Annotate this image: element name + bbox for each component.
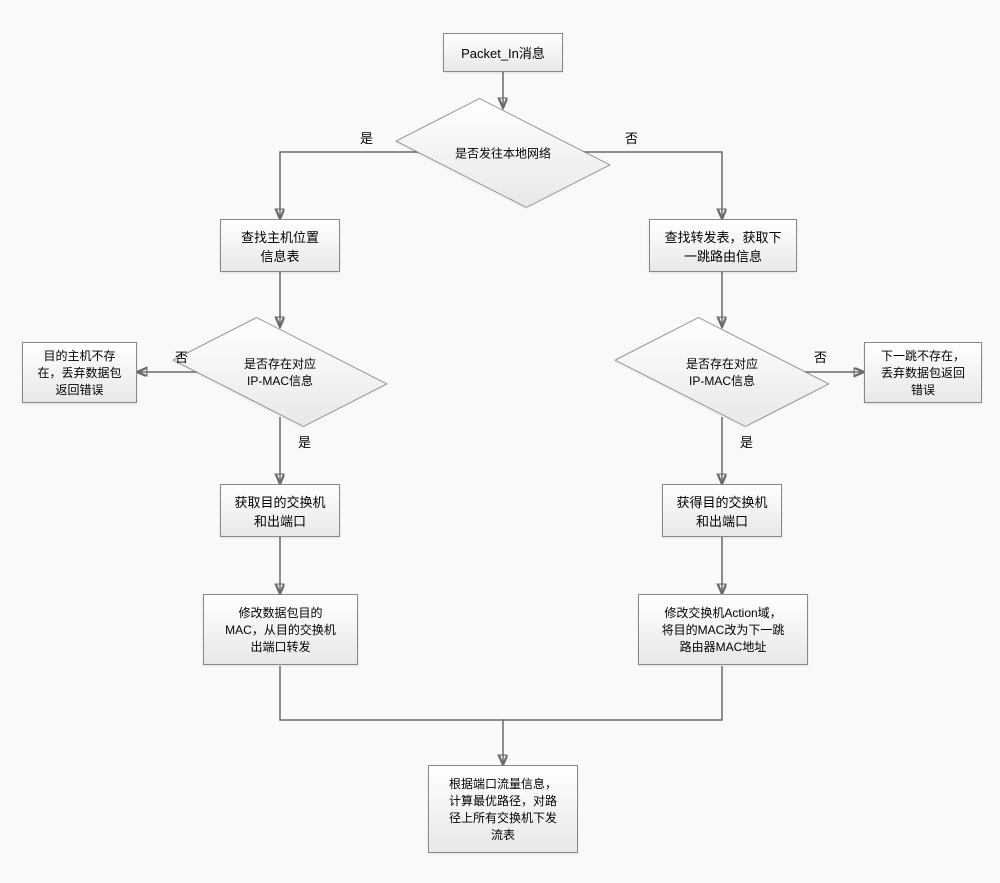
node-end-line3: 径上所有交换机下发 — [449, 809, 557, 826]
node-modify-packet-mac: 修改数据包目的 MAC，从目的交换机 出端口转发 — [203, 594, 358, 665]
node-r3-line1: 修改交换机Action域， — [664, 604, 781, 621]
node-error-host-not-exist: 目的主机不存 在，丢弃数据包 返回错误 — [22, 342, 137, 403]
node-e2-line3: 错误 — [911, 381, 935, 398]
node-get-dest-switch-right: 获得目的交换机 和出端口 — [662, 484, 782, 537]
node-l3-line2: MAC，从目的交换机 — [225, 621, 336, 638]
node-start-text: Packet_In消息 — [461, 43, 545, 62]
node-l3-line3: 出端口转发 — [250, 638, 310, 655]
decision-d3-text: 是否存在对应 IP-MAC信息 — [662, 355, 782, 389]
decision-ipmac-left: 是否存在对应 IP-MAC信息 — [210, 327, 350, 417]
decision-local-network: 是否发往本地网络 — [433, 108, 573, 198]
node-r3-line3: 路由器MAC地址 — [680, 638, 767, 655]
node-l1-line1: 查找主机位置 — [241, 227, 319, 246]
node-end-line4: 流表 — [491, 826, 515, 843]
label-d1-yes: 是 — [360, 128, 373, 147]
node-lookup-host-table: 查找主机位置 信息表 — [220, 219, 340, 272]
node-start: Packet_In消息 — [443, 33, 563, 72]
label-d2-yes: 是 — [298, 432, 311, 451]
node-modify-switch-action: 修改交换机Action域， 将目的MAC改为下一跳 路由器MAC地址 — [638, 594, 808, 665]
decision-local-network-text: 是否发往本地网络 — [443, 145, 563, 162]
node-end-line1: 根据端口流量信息， — [449, 775, 557, 792]
node-l2-line2: 和出端口 — [254, 511, 306, 530]
label-d2-no: 否 — [175, 347, 188, 366]
node-r1-line1: 查找转发表，获取下 — [664, 227, 781, 246]
node-end-line2: 计算最优路径，对路 — [449, 792, 557, 809]
node-get-dest-switch-left: 获取目的交换机 和出端口 — [220, 484, 340, 537]
node-e1-line1: 目的主机不存 — [43, 347, 115, 364]
node-error-nexthop-not-exist: 下一跳不存在， 丢弃数据包返回 错误 — [864, 342, 982, 403]
decision-ipmac-right: 是否存在对应 IP-MAC信息 — [652, 327, 792, 417]
node-r1-line2: 一跳路由信息 — [684, 246, 762, 265]
node-r3-line2: 将目的MAC改为下一跳 — [662, 621, 785, 638]
label-d3-no: 否 — [814, 347, 827, 366]
label-d3-yes: 是 — [740, 432, 753, 451]
node-r2-line2: 和出端口 — [696, 511, 748, 530]
node-l2-line1: 获取目的交换机 — [234, 492, 325, 511]
node-l3-line1: 修改数据包目的 — [238, 604, 322, 621]
decision-d2-text: 是否存在对应 IP-MAC信息 — [220, 355, 340, 389]
label-d1-no: 否 — [625, 128, 638, 147]
node-e2-line1: 下一跳不存在， — [881, 347, 965, 364]
node-l1-line2: 信息表 — [260, 246, 299, 265]
node-r2-line1: 获得目的交换机 — [676, 492, 767, 511]
node-compute-optimal-path: 根据端口流量信息， 计算最优路径，对路 径上所有交换机下发 流表 — [428, 765, 578, 853]
node-lookup-fwd-table: 查找转发表，获取下 一跳路由信息 — [649, 219, 797, 272]
node-e1-line3: 返回错误 — [55, 381, 103, 398]
node-e1-line2: 在，丢弃数据包 — [37, 364, 121, 381]
node-e2-line2: 丢弃数据包返回 — [881, 364, 965, 381]
